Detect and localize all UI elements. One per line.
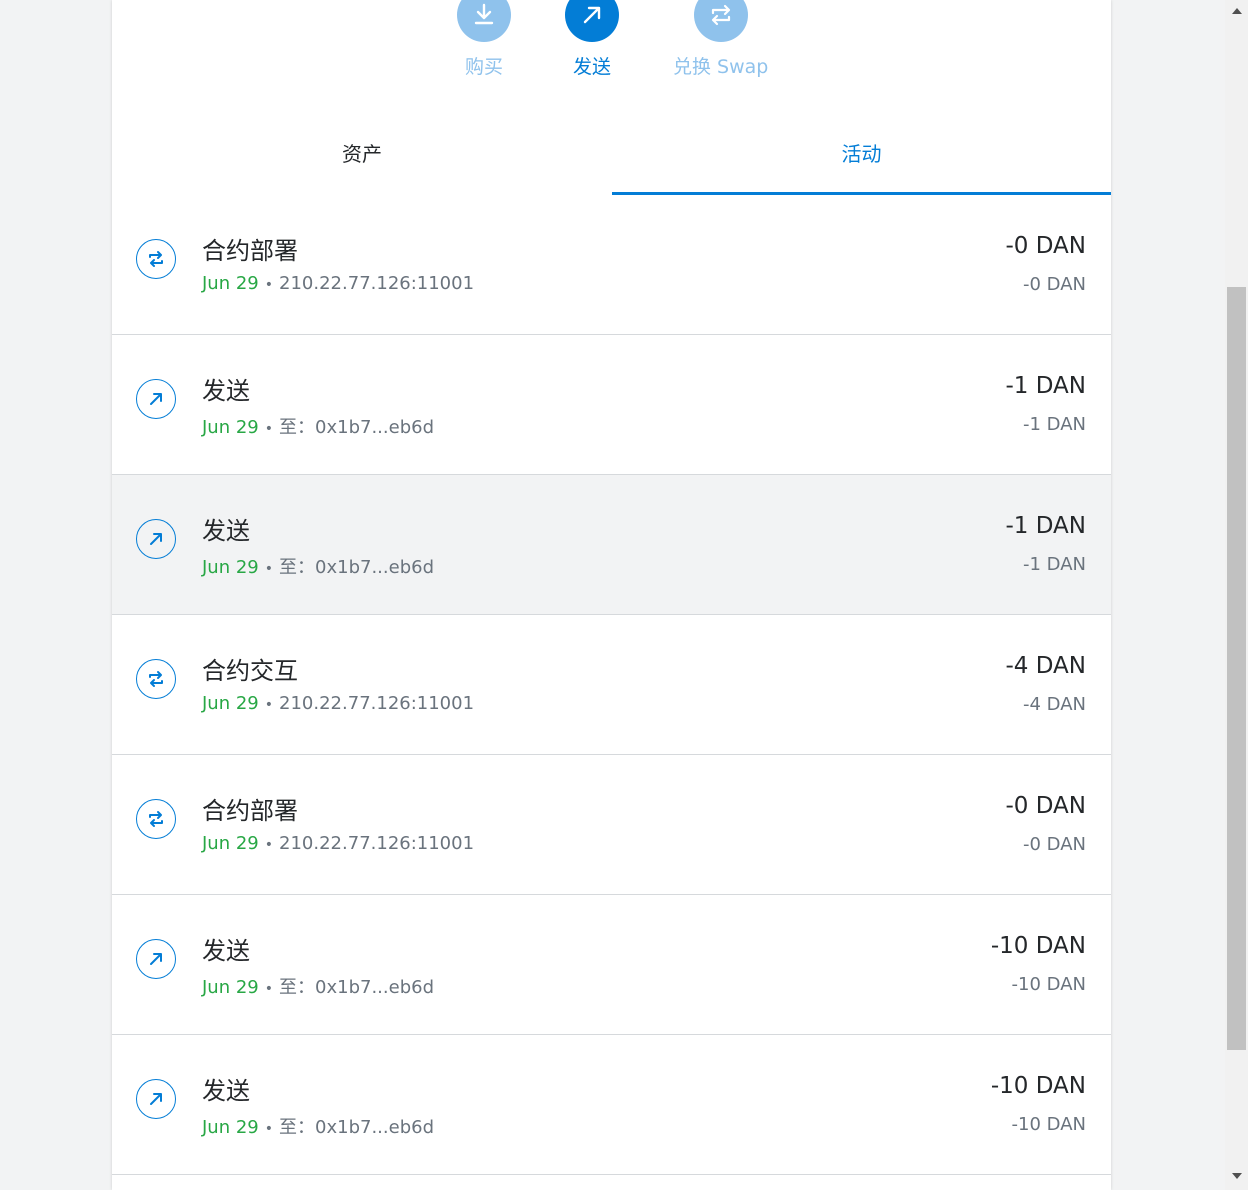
separator-dot: • bbox=[264, 1121, 274, 1137]
send-label: 发送 bbox=[572, 56, 611, 78]
activity-subtitle: Jun 29 • 至：0x1b7...eb6d bbox=[202, 553, 434, 579]
activity-title: 合约部署 bbox=[202, 237, 298, 265]
swap-icon bbox=[693, 0, 748, 42]
scrollbar-thumb[interactable] bbox=[1227, 287, 1246, 1050]
activity-title: 发送 bbox=[202, 1077, 250, 1105]
download-icon bbox=[457, 0, 511, 42]
arrow-up-right-icon bbox=[565, 0, 619, 42]
swap-icon bbox=[136, 799, 176, 839]
activity-amount: -1 DAN bbox=[1005, 513, 1087, 539]
activity-amount: -10 DAN bbox=[990, 1073, 1086, 1099]
activity-list: 合约部署 Jun 29 • 210.22.77.126:11001 -0 DAN -0 D… bbox=[112, 195, 1111, 1175]
activity-amount: -1 DAN bbox=[1005, 373, 1087, 399]
activity-date: Jun 29 bbox=[202, 1117, 259, 1138]
action-buttons: 购买 发送 兑换 Swap bbox=[112, 0, 1111, 110]
activity-detail: 至：0x1b7...eb6d bbox=[279, 417, 435, 438]
scrollbar[interactable] bbox=[1225, 0, 1248, 1190]
activity-row[interactable]: 合约交互 Jun 29 • 210.22.77.126:11001 -4 DAN -4 D… bbox=[112, 615, 1111, 755]
swap-button[interactable]: 兑换 Swap bbox=[673, 0, 768, 79]
activity-secondary-amount: -0 DAN bbox=[1023, 274, 1086, 295]
activity-date: Jun 29 bbox=[202, 557, 259, 578]
swap-label: 兑换 Swap bbox=[673, 56, 769, 78]
tab-bar: 资产 活动 bbox=[112, 115, 1111, 196]
separator-dot: • bbox=[264, 981, 274, 997]
buy-button[interactable]: 购买 bbox=[457, 0, 511, 79]
activity-secondary-amount: -4 DAN bbox=[1023, 694, 1086, 715]
activity-row[interactable]: 合约部署 Jun 29 • 210.22.77.126:11001 -0 DAN -0 D… bbox=[112, 755, 1111, 895]
activity-subtitle: Jun 29 • 210.22.77.126:11001 bbox=[202, 693, 474, 714]
activity-detail: 210.22.77.126:11001 bbox=[279, 273, 475, 294]
activity-row[interactable]: 合约部署 Jun 29 • 210.22.77.126:11001 -0 DAN -0 D… bbox=[112, 195, 1111, 335]
activity-amount: -4 DAN bbox=[1005, 653, 1087, 679]
activity-title: 发送 bbox=[202, 377, 250, 405]
activity-date: Jun 29 bbox=[202, 273, 259, 294]
separator-dot: • bbox=[264, 277, 274, 293]
separator-dot: • bbox=[264, 837, 274, 853]
separator-dot: • bbox=[264, 421, 274, 437]
activity-subtitle: Jun 29 • 至：0x1b7...eb6d bbox=[202, 973, 434, 999]
activity-amount: -10 DAN bbox=[990, 933, 1086, 959]
activity-date: Jun 29 bbox=[202, 693, 259, 714]
activity-subtitle: Jun 29 • 210.22.77.126:11001 bbox=[202, 273, 474, 294]
activity-date: Jun 29 bbox=[202, 833, 259, 854]
activity-subtitle: Jun 29 • 至：0x1b7...eb6d bbox=[202, 413, 434, 439]
arrow-up-right-icon bbox=[136, 379, 176, 419]
swap-icon bbox=[136, 239, 176, 279]
activity-detail: 至：0x1b7...eb6d bbox=[279, 977, 435, 998]
activity-title: 合约部署 bbox=[202, 797, 298, 825]
activity-detail: 至：0x1b7...eb6d bbox=[279, 1117, 435, 1138]
activity-subtitle: Jun 29 • 210.22.77.126:11001 bbox=[202, 833, 474, 854]
activity-secondary-amount: -1 DAN bbox=[1023, 414, 1086, 435]
activity-secondary-amount: -10 DAN bbox=[1011, 974, 1086, 995]
arrow-up-right-icon bbox=[136, 519, 176, 559]
activity-detail: 至：0x1b7...eb6d bbox=[279, 557, 435, 578]
scroll-up-arrow-icon[interactable] bbox=[1232, 8, 1242, 14]
activity-secondary-amount: -1 DAN bbox=[1023, 554, 1086, 575]
swap-icon bbox=[136, 659, 176, 699]
wallet-panel: 购买 发送 兑换 Swap 资产 活动 合约部署 Jun 29 • 210.22.77… bbox=[112, 0, 1111, 1190]
activity-amount: -0 DAN bbox=[1005, 233, 1087, 259]
buy-label: 购买 bbox=[464, 56, 503, 78]
activity-subtitle: Jun 29 • 至：0x1b7...eb6d bbox=[202, 1113, 434, 1139]
activity-title: 发送 bbox=[202, 937, 250, 965]
activity-row[interactable]: 发送 Jun 29 • 至：0x1b7...eb6d -1 DAN -1 DAN bbox=[112, 475, 1111, 615]
separator-dot: • bbox=[264, 697, 274, 713]
activity-title: 发送 bbox=[202, 517, 250, 545]
activity-secondary-amount: -0 DAN bbox=[1023, 834, 1086, 855]
activity-date: Jun 29 bbox=[202, 977, 259, 998]
send-button[interactable]: 发送 bbox=[565, 0, 619, 79]
scroll-down-arrow-icon[interactable] bbox=[1232, 1173, 1242, 1179]
separator-dot: • bbox=[264, 561, 274, 577]
arrow-up-right-icon bbox=[136, 939, 176, 979]
activity-row[interactable]: 发送 Jun 29 • 至：0x1b7...eb6d -10 DAN -10 DAN bbox=[112, 1035, 1111, 1175]
activity-date: Jun 29 bbox=[202, 417, 259, 438]
activity-row[interactable]: 发送 Jun 29 • 至：0x1b7...eb6d -1 DAN -1 DAN bbox=[112, 335, 1111, 475]
activity-detail: 210.22.77.126:11001 bbox=[279, 833, 475, 854]
activity-detail: 210.22.77.126:11001 bbox=[279, 693, 475, 714]
activity-amount: -0 DAN bbox=[1005, 793, 1087, 819]
tab-activity[interactable]: 活动 bbox=[612, 115, 1111, 195]
arrow-up-right-icon bbox=[136, 1079, 176, 1119]
activity-secondary-amount: -10 DAN bbox=[1011, 1114, 1086, 1135]
tab-assets[interactable]: 资产 bbox=[112, 115, 612, 195]
activity-title: 合约交互 bbox=[202, 657, 298, 685]
activity-row[interactable]: 发送 Jun 29 • 至：0x1b7...eb6d -10 DAN -10 DAN bbox=[112, 895, 1111, 1035]
